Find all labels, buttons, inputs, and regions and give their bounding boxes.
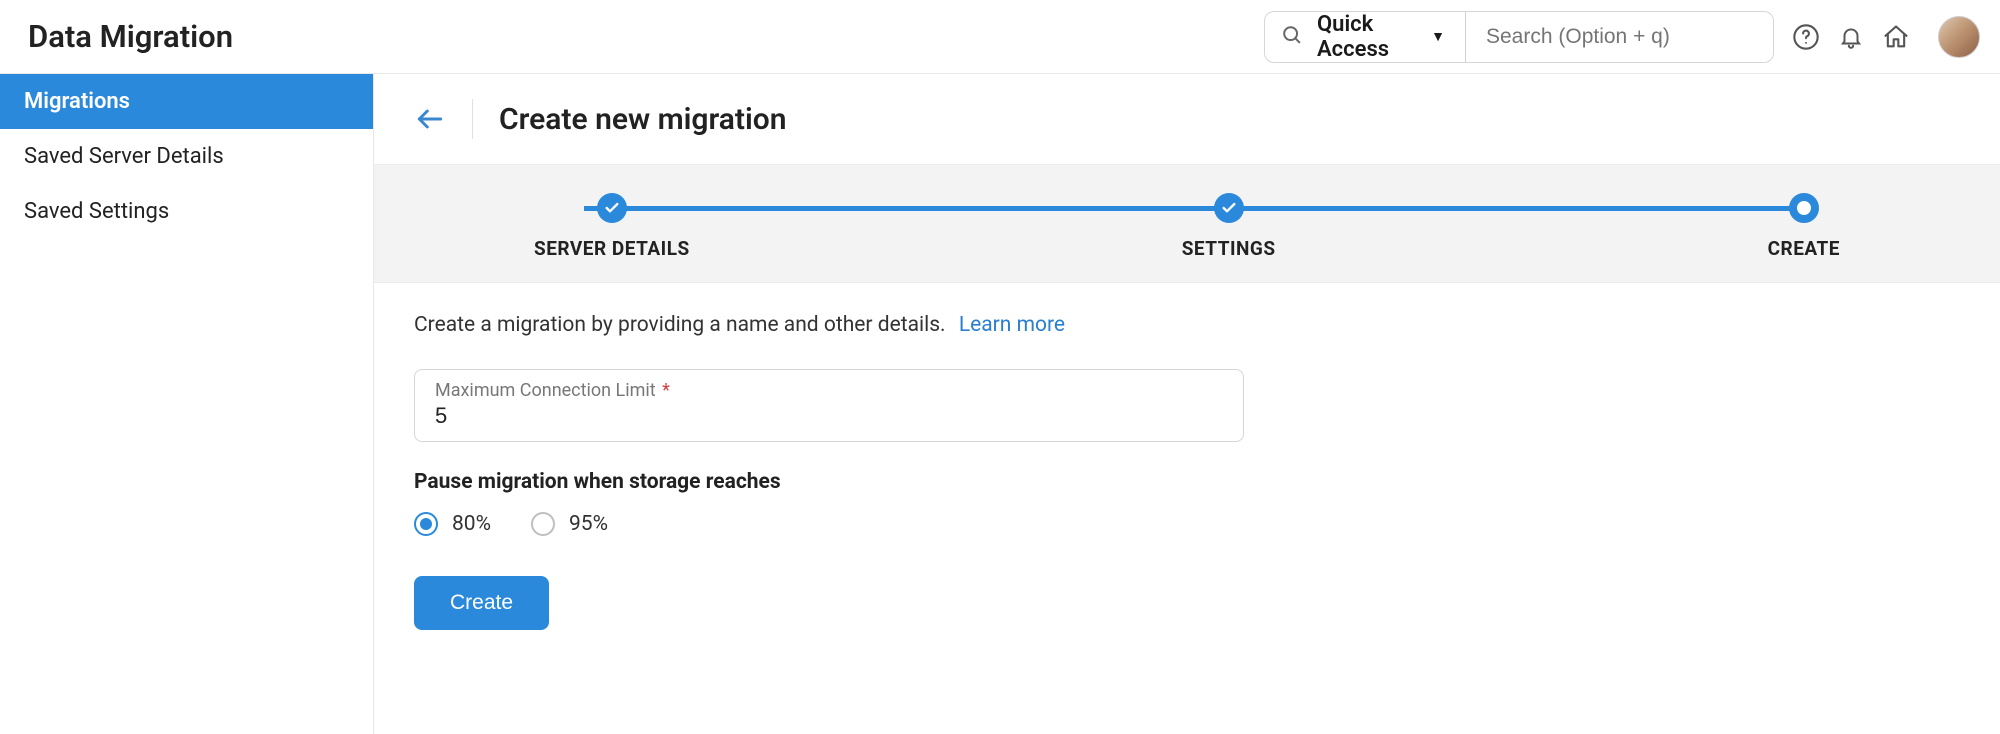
help-icon[interactable]: [1792, 23, 1820, 51]
app-title: Data Migration: [28, 18, 233, 55]
form-area: Create a migration by providing a name a…: [374, 283, 2000, 660]
radio-icon: [531, 512, 555, 536]
stepper: SERVER DETAILS SETTINGS CREATE: [374, 164, 2000, 283]
header-right: Quick Access ▼: [1264, 11, 1980, 63]
connection-limit-field[interactable]: Maximum Connection Limit *: [414, 369, 1244, 442]
sidebar-item-label: Migrations: [24, 89, 130, 114]
search-input[interactable]: [1486, 25, 1757, 49]
notification-bell-icon[interactable]: [1838, 24, 1864, 50]
body: Migrations Saved Server Details Saved Se…: [0, 74, 2000, 734]
check-icon: [1214, 193, 1244, 223]
sidebar: Migrations Saved Server Details Saved Se…: [0, 74, 374, 734]
check-icon: [597, 193, 627, 223]
sidebar-item-saved-server-details[interactable]: Saved Server Details: [0, 129, 373, 184]
stepper-track: SERVER DETAILS SETTINGS CREATE: [414, 193, 1960, 260]
pause-option-95[interactable]: 95%: [531, 512, 608, 536]
pause-threshold-label: Pause migration when storage reaches: [414, 470, 1960, 494]
create-button[interactable]: Create: [414, 576, 549, 630]
step-server-details[interactable]: SERVER DETAILS: [534, 193, 690, 260]
home-icon[interactable]: [1882, 23, 1910, 51]
connection-limit-input[interactable]: [435, 403, 1223, 429]
current-step-icon: [1789, 193, 1819, 223]
back-arrow-icon[interactable]: [414, 103, 446, 135]
form-description: Create a migration by providing a name a…: [414, 313, 1960, 337]
caret-down-icon: ▼: [1431, 28, 1445, 45]
step-create[interactable]: CREATE: [1768, 193, 1840, 260]
field-label: Maximum Connection Limit *: [435, 380, 1223, 401]
sidebar-item-label: Saved Settings: [24, 199, 169, 224]
divider: [472, 99, 473, 139]
step-settings[interactable]: SETTINGS: [1182, 193, 1276, 260]
avatar[interactable]: [1938, 16, 1980, 58]
radio-dot: [420, 518, 432, 530]
page-title: Create new migration: [499, 102, 787, 137]
step-label: SETTINGS: [1182, 237, 1276, 260]
sidebar-item-saved-settings[interactable]: Saved Settings: [0, 184, 373, 239]
quick-access-dropdown[interactable]: Quick Access ▼: [1317, 12, 1466, 62]
step-label: CREATE: [1768, 237, 1840, 260]
required-marker: *: [662, 380, 670, 401]
pause-threshold-options: 80% 95%: [414, 512, 1960, 536]
pause-option-80[interactable]: 80%: [414, 512, 491, 536]
radio-label: 80%: [452, 512, 491, 536]
sidebar-item-label: Saved Server Details: [24, 144, 224, 169]
search-icon: [1281, 24, 1303, 50]
description-text: Create a migration by providing a name a…: [414, 313, 946, 337]
page-header: Create new migration: [374, 74, 2000, 164]
learn-more-link[interactable]: Learn more: [959, 313, 1065, 337]
app-header: Data Migration Quick Access ▼: [0, 0, 2000, 74]
step-label: SERVER DETAILS: [534, 237, 690, 260]
connection-limit-label: Maximum Connection Limit: [435, 380, 656, 401]
quick-access-label: Quick Access: [1317, 12, 1421, 62]
sidebar-item-migrations[interactable]: Migrations: [0, 74, 373, 129]
main-content: Create new migration SERVER DETAILS SETT…: [374, 74, 2000, 734]
radio-icon: [414, 512, 438, 536]
radio-label: 95%: [569, 512, 608, 536]
search-bar: Quick Access ▼: [1264, 11, 1774, 63]
